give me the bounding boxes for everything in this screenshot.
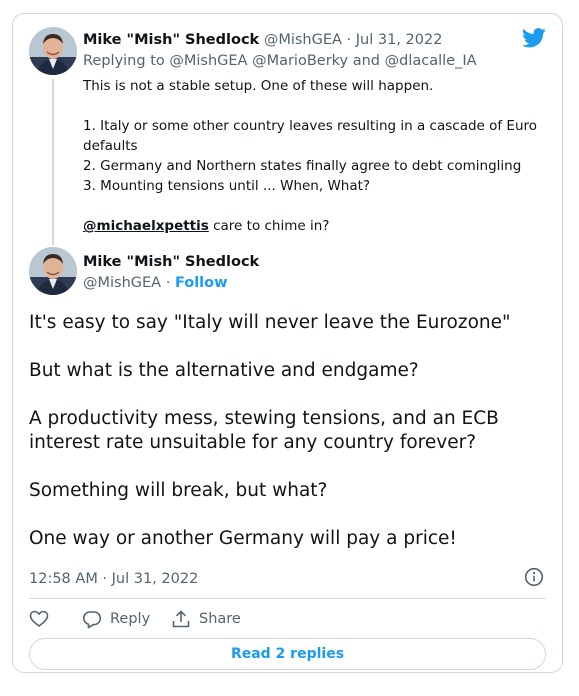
tweet-paragraph: A productivity mess, stewing tensions, a… bbox=[29, 408, 499, 453]
reply-button[interactable]: Reply bbox=[82, 607, 150, 631]
tweet-paragraph: One way or another Germany will pay a pr… bbox=[29, 528, 457, 549]
tweet-paragraph: Something will break, but what? bbox=[29, 480, 328, 501]
follow-button[interactable]: Follow bbox=[175, 275, 228, 291]
author-handle[interactable]: @MishGEA bbox=[264, 32, 342, 48]
main-tweet-text: It's easy to say "Italy will never leave… bbox=[29, 311, 554, 551]
tweet-paragraph: It's easy to say "Italy will never leave… bbox=[29, 312, 511, 333]
replying-to-line: Replying to @MishGEA @MarioBerky and @dl… bbox=[83, 51, 477, 71]
share-label: Share bbox=[199, 611, 241, 627]
thread-connector-line bbox=[52, 79, 54, 245]
mention-line: @michaelxpettis care to chime in? bbox=[83, 216, 553, 236]
mention-suffix: care to chime in? bbox=[213, 218, 330, 234]
replying-prefix: Replying to bbox=[83, 53, 165, 69]
separator: · bbox=[165, 275, 171, 291]
tweet-date[interactable]: · Jul 31, 2022 bbox=[347, 32, 443, 48]
tweet-embed-card: Mike "Mish" Shedlock @MishGEA · Jul 31, … bbox=[12, 13, 563, 673]
avatar[interactable] bbox=[29, 247, 77, 295]
replying-to-users[interactable]: @MishGEA @MarioBerky and @dlacalle_IA bbox=[169, 53, 476, 69]
heart-icon bbox=[29, 610, 49, 627]
mention-link[interactable]: @michaelxpettis bbox=[83, 218, 209, 234]
like-button[interactable] bbox=[29, 607, 49, 631]
tweet-line: This is not a stable setup. One of these… bbox=[83, 78, 434, 94]
tweet-line: 3. Mounting tensions until ... When, Wha… bbox=[83, 178, 371, 194]
author-name[interactable]: Mike "Mish" Shedlock bbox=[83, 252, 259, 272]
tweet-timestamp[interactable]: 12:58 AM · Jul 31, 2022 bbox=[29, 569, 198, 589]
share-button[interactable]: Share bbox=[171, 607, 241, 631]
read-replies-button[interactable]: Read 2 replies bbox=[29, 638, 546, 670]
tweet-line: 2. Germany and Northern states finally a… bbox=[83, 158, 522, 174]
author-handle-line: @MishGEA · Follow bbox=[83, 273, 228, 293]
author-name[interactable]: Mike "Mish" Shedlock bbox=[83, 32, 259, 48]
quoted-tweet-header: Mike "Mish" Shedlock @MishGEA · Jul 31, … bbox=[83, 30, 442, 50]
tweet-paragraph: But what is the alternative and endgame? bbox=[29, 360, 419, 381]
twitter-bird-icon[interactable] bbox=[522, 28, 546, 48]
quoted-tweet-text: This is not a stable setup. One of these… bbox=[83, 76, 553, 236]
info-icon[interactable] bbox=[524, 567, 544, 587]
tweet-line: 1. Italy or some other country leaves re… bbox=[83, 118, 538, 154]
reply-label: Reply bbox=[110, 611, 151, 627]
divider bbox=[29, 598, 546, 599]
avatar[interactable] bbox=[29, 27, 77, 75]
author-handle[interactable]: @MishGEA bbox=[83, 275, 161, 291]
share-icon bbox=[172, 610, 190, 628]
reply-bubble-icon bbox=[82, 611, 102, 629]
